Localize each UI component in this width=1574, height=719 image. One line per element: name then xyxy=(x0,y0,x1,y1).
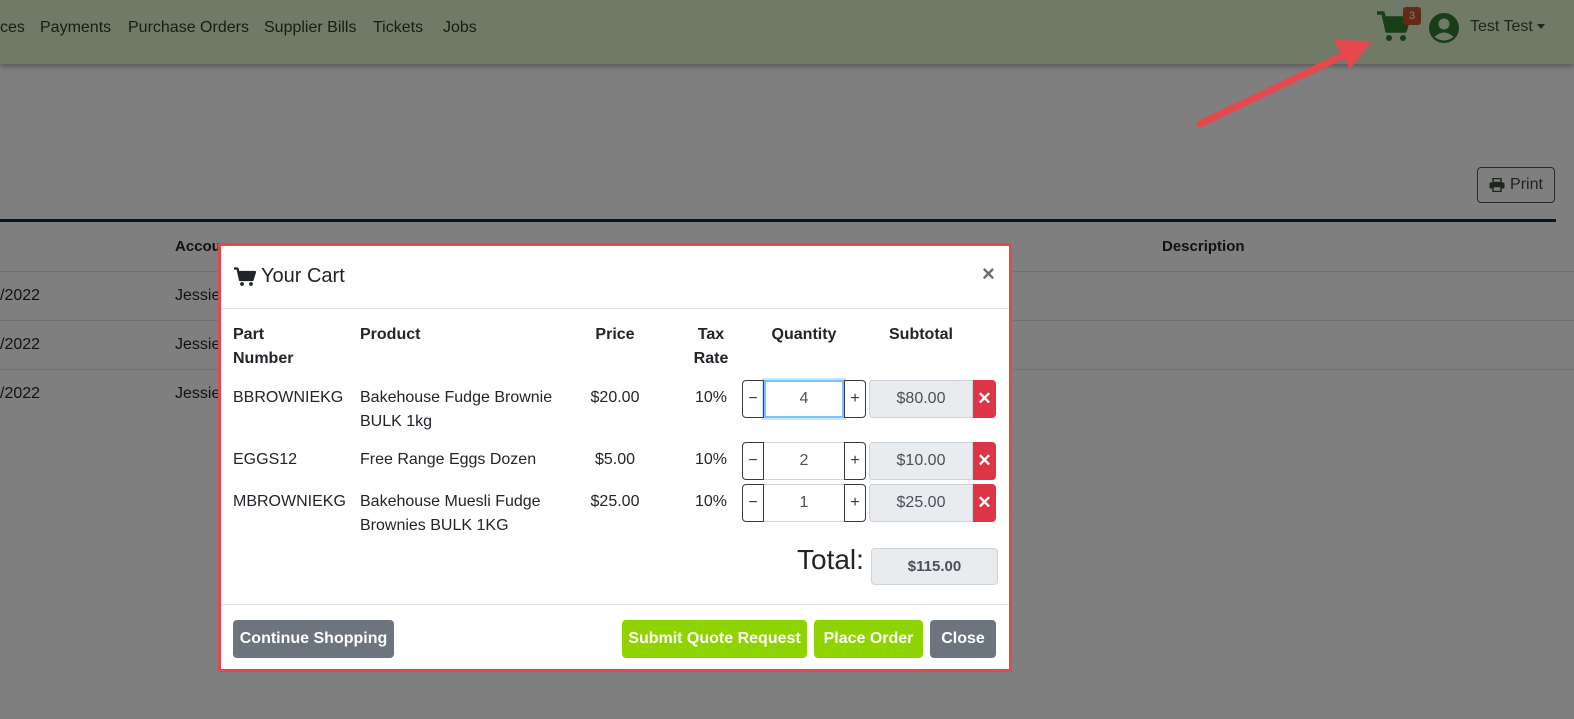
header-product: Product xyxy=(360,326,421,343)
header-tax-rate-line1: Tax xyxy=(697,326,725,343)
item-price: $5.00 xyxy=(594,451,636,468)
remove-item-button[interactable]: ✕ xyxy=(973,484,996,522)
quantity-input[interactable] xyxy=(764,380,844,418)
cart-modal: Your Cart × Part Number Product Price Ta… xyxy=(218,243,1012,672)
quantity-stepper: − + xyxy=(742,484,866,522)
item-product: Free Range Eggs Dozen xyxy=(360,448,560,472)
header-part-number-line2: Number xyxy=(233,350,294,367)
header-quantity: Quantity xyxy=(771,326,837,343)
close-icon: ✕ xyxy=(977,451,992,470)
item-tax-rate: 10% xyxy=(694,451,728,468)
submit-quote-request-button[interactable]: Submit Quote Request xyxy=(622,620,807,658)
item-product-line1: Bakehouse Muesli Fudge xyxy=(360,493,541,510)
increment-button[interactable]: + xyxy=(844,442,866,480)
header-tax-rate-line2: Rate xyxy=(693,350,729,367)
item-price: $20.00 xyxy=(590,389,640,406)
remove-item-button[interactable]: ✕ xyxy=(973,442,996,480)
quantity-stepper: − + xyxy=(742,380,866,418)
close-button[interactable]: Close xyxy=(930,620,996,658)
item-product: Bakehouse Fudge Brownie BULK 1kg xyxy=(360,386,560,434)
close-icon: ✕ xyxy=(977,493,992,512)
item-product-line2: Brownies BULK 1KG xyxy=(360,517,509,534)
decrement-button[interactable]: − xyxy=(742,380,764,418)
header-part-number: Part Number xyxy=(233,323,293,371)
item-product-line2: BULK 1kg xyxy=(360,413,433,430)
remove-item-button[interactable]: ✕ xyxy=(973,380,996,418)
continue-shopping-button[interactable]: Continue Shopping xyxy=(233,620,394,658)
item-subtotal: $25.00 xyxy=(869,484,973,522)
header-tax-rate: Tax Rate xyxy=(681,323,741,371)
decrement-button[interactable]: − xyxy=(742,442,764,480)
item-product-line1: Free Range Eggs Dozen xyxy=(360,451,537,468)
increment-button[interactable]: + xyxy=(844,380,866,418)
modal-header: Your Cart × xyxy=(221,246,1009,309)
shopping-cart-icon xyxy=(234,266,257,286)
quantity-input[interactable] xyxy=(764,484,844,522)
item-part-number: MBROWNIEKG xyxy=(233,493,346,510)
total-value: $115.00 xyxy=(871,548,998,585)
decrement-button[interactable]: − xyxy=(742,484,764,522)
increment-button[interactable]: + xyxy=(844,484,866,522)
item-part-number: BBROWNIEKG xyxy=(233,389,344,406)
item-price: $25.00 xyxy=(590,493,640,510)
quantity-input[interactable] xyxy=(764,442,844,480)
total-label: Total: xyxy=(797,544,864,575)
modal-title: Your Cart xyxy=(233,265,345,288)
close-icon[interactable]: × xyxy=(982,261,995,287)
item-tax-rate: 10% xyxy=(694,493,728,510)
header-part-number-line1: Part xyxy=(233,326,265,343)
place-order-button[interactable]: Place Order xyxy=(814,620,923,658)
item-tax-rate: 10% xyxy=(694,389,728,406)
close-icon: ✕ xyxy=(977,389,992,408)
quantity-stepper: − + xyxy=(742,442,866,480)
header-subtotal: Subtotal xyxy=(889,326,953,343)
item-product-line1: Bakehouse Fudge Brownie xyxy=(360,389,553,406)
item-part-number: EGGS12 xyxy=(233,451,298,468)
modal-footer-divider xyxy=(221,604,1009,605)
header-price: Price xyxy=(595,326,635,343)
item-product: Bakehouse Muesli Fudge Brownies BULK 1KG xyxy=(360,490,560,538)
item-subtotal: $10.00 xyxy=(869,442,973,480)
modal-title-text: Your Cart xyxy=(261,265,345,287)
item-subtotal: $80.00 xyxy=(869,380,973,418)
